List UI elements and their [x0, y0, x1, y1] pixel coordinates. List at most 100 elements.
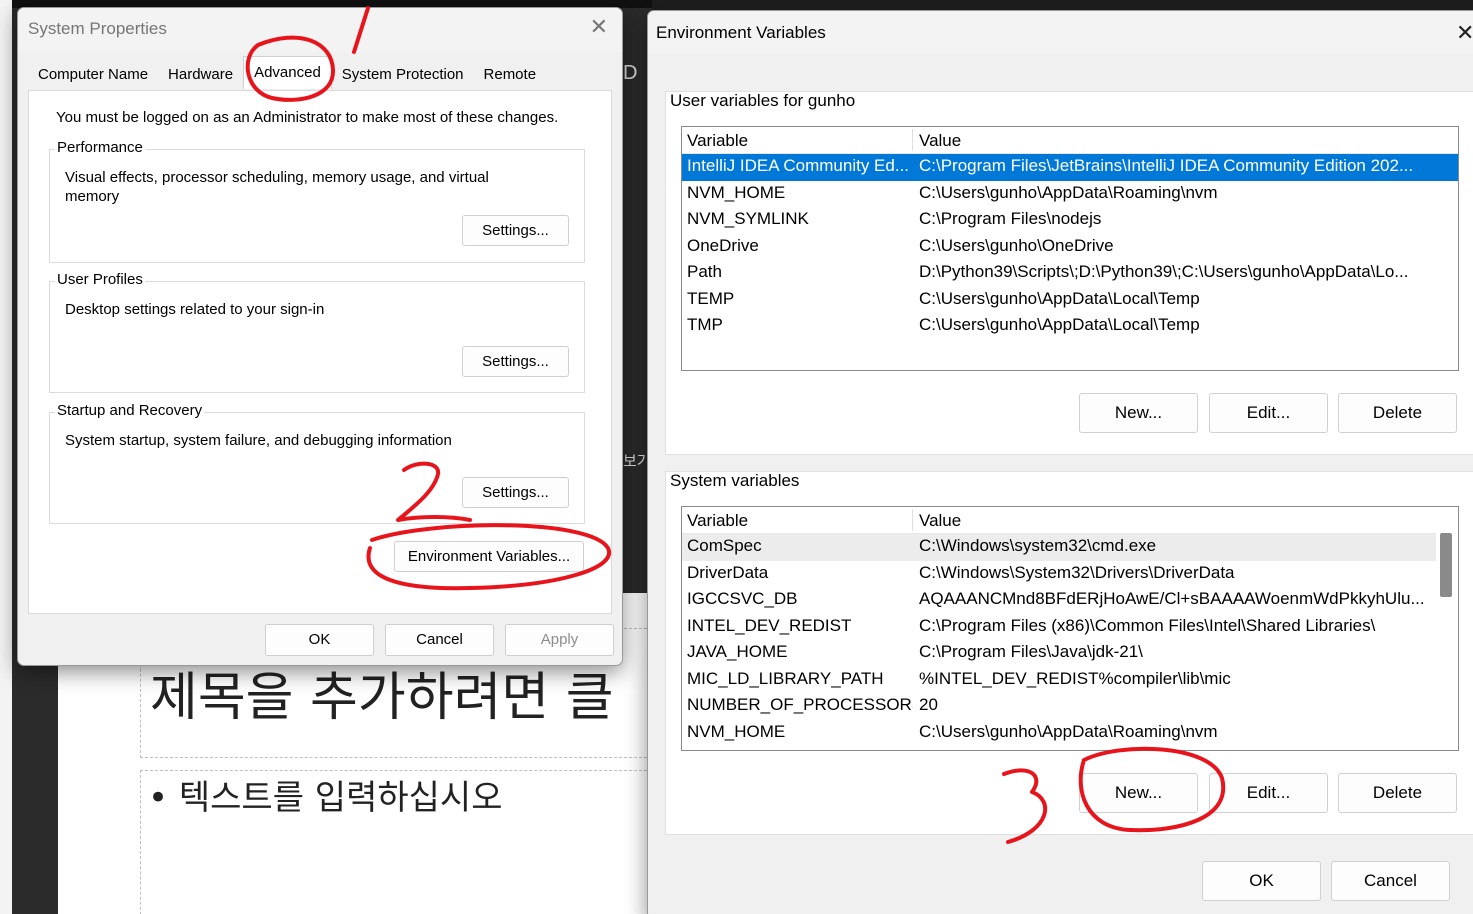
background-strip: [0, 0, 12, 914]
variable-name: NVM_HOME: [687, 182, 786, 202]
variable-value: C:\Users\gunho\AppData\Local\Temp: [919, 315, 1200, 334]
variable-name: TEMP: [687, 288, 735, 308]
dialog-title: System Properties: [28, 19, 167, 38]
variable-value: C:\Users\gunho\AppData\Roaming\nvm: [919, 182, 1218, 202]
performance-settings-button[interactable]: Settings...: [462, 215, 569, 246]
tab-system-protection[interactable]: System Protection: [332, 60, 474, 90]
slide-body-text: • 텍스트를 입력하십시오: [148, 778, 503, 818]
slide-title-text: 제목을 추가하려면 클: [150, 668, 614, 728]
dialog-title: Environment Variables: [656, 23, 826, 42]
table-row[interactable]: Path D:\Python39\Scripts\;D:\Python39\;C:…: [682, 260, 1458, 287]
table-row[interactable]: IntelliJ IDEA Community Ed... C:\Program …: [682, 154, 1458, 181]
list-header: Variable Value: [682, 127, 1458, 154]
system-delete-button[interactable]: Delete: [1338, 773, 1457, 813]
column-divider[interactable]: [912, 129, 913, 151]
variable-value: 20: [919, 695, 938, 714]
apply-button[interactable]: Apply: [505, 624, 614, 656]
user-edit-button[interactable]: Edit...: [1209, 393, 1328, 433]
variable-name: NVM_SYMLINK: [687, 209, 809, 228]
performance-description: Visual effects, processor scheduling, me…: [65, 169, 489, 205]
user-profiles-group: User Profiles Desktop settings related t…: [49, 271, 585, 393]
variable-name: INTEL_DEV_REDIST: [687, 615, 852, 635]
system-new-button[interactable]: New...: [1079, 773, 1198, 813]
variable-name: TMP: [687, 315, 723, 334]
table-row[interactable]: ComSpec C:\Windows\system32\cmd.exe: [682, 534, 1458, 561]
table-row[interactable]: OneDrive C:\Users\gunho\OneDrive: [682, 234, 1458, 261]
tab-remote[interactable]: Remote: [474, 60, 547, 90]
table-row[interactable]: JAVA_HOME C:\Program Files\Java\jdk-21\: [682, 640, 1458, 667]
variable-value: C:\Users\gunho\OneDrive: [919, 235, 1114, 255]
variable-value: C:\Program Files\nodejs: [919, 209, 1102, 228]
variable-name: JAVA_HOME: [687, 642, 788, 661]
advanced-tab-panel: You must be logged on as an Administrato…: [28, 90, 612, 614]
performance-group-title: Performance: [55, 139, 145, 156]
variable-name: DriverData: [687, 562, 769, 582]
column-header-value[interactable]: Value: [919, 511, 961, 531]
variable-value: C:\Program Files\JetBrains\IntelliJ IDEA…: [919, 156, 1414, 175]
variable-name: OneDrive: [687, 235, 759, 255]
ok-button[interactable]: OK: [1202, 861, 1321, 901]
environment-variables-titlebar[interactable]: Environment Variables ✕: [648, 11, 1473, 53]
variable-name: IGCCSVC_DB: [687, 589, 798, 608]
variable-value: C:\Windows\system32\cmd.exe: [919, 536, 1157, 555]
table-row[interactable]: IGCCSVC_DB AQAAANCMnd8BFdERjHoAwE/Cl+sBAA…: [682, 587, 1458, 614]
user-profiles-settings-button[interactable]: Settings...: [462, 346, 569, 377]
variable-name: ComSpec: [687, 536, 762, 555]
system-variables-rows: ComSpec C:\Windows\system32\cmd.exe Driver…: [682, 534, 1458, 746]
table-row[interactable]: NVM_HOME C:\Users\gunho\AppData\Roaming\n…: [682, 720, 1458, 747]
user-profiles-group-title: User Profiles: [55, 271, 145, 288]
system-edit-button[interactable]: Edit...: [1209, 773, 1328, 813]
column-header-value[interactable]: Value: [919, 131, 961, 151]
variable-name: NUMBER_OF_PROCESSORS: [687, 695, 913, 714]
environment-variables-dialog: Environment Variables ✕ User variables f…: [647, 10, 1473, 914]
user-new-button[interactable]: New...: [1079, 393, 1198, 433]
tab-advanced[interactable]: Advanced: [243, 56, 332, 89]
scrollbar-thumb[interactable]: [1440, 533, 1452, 597]
user-variables-rows: IntelliJ IDEA Community Ed... C:\Program …: [682, 154, 1458, 340]
table-row[interactable]: DriverData C:\Windows\System32\Drivers\Dr…: [682, 561, 1458, 588]
variable-name: MIC_LD_LIBRARY_PATH: [687, 668, 884, 688]
cancel-button[interactable]: Cancel: [1331, 861, 1450, 901]
table-row[interactable]: NVM_SYMLINK C:\Program Files\nodejs: [682, 207, 1458, 234]
column-header-variable[interactable]: Variable: [687, 511, 748, 531]
table-row[interactable]: TMP C:\Users\gunho\AppData\Local\Temp: [682, 313, 1458, 340]
variable-name: IntelliJ IDEA Community Ed...: [687, 156, 910, 175]
variable-name: NVM_HOME: [687, 721, 786, 741]
tab-bar: Computer Name Hardware Advanced System P…: [28, 56, 547, 90]
table-row[interactable]: MIC_LD_LIBRARY_PATH %INTEL_DEV_REDIST%com…: [682, 667, 1458, 694]
variable-name: Path: [687, 262, 722, 281]
vertical-scrollbar[interactable]: [1436, 507, 1458, 750]
table-row[interactable]: TEMP C:\Users\gunho\AppData\Local\Temp: [682, 287, 1458, 314]
user-profiles-description: Desktop settings related to your sign-in: [65, 301, 325, 318]
variable-value: C:\Windows\System32\Drivers\DriverData: [919, 562, 1235, 582]
user-variables-list[interactable]: Variable Value IntelliJ IDEA Community E…: [681, 126, 1459, 371]
table-row[interactable]: NVM_HOME C:\Users\gunho\AppData\Roaming\n…: [682, 181, 1458, 208]
cancel-button[interactable]: Cancel: [385, 624, 494, 656]
startup-recovery-settings-button[interactable]: Settings...: [462, 477, 569, 508]
system-variables-list[interactable]: Variable Value ComSpec C:\Windows\system3…: [681, 506, 1459, 751]
column-divider[interactable]: [912, 509, 913, 531]
close-icon[interactable]: ✕: [1456, 20, 1473, 46]
tab-computer-name[interactable]: Computer Name: [28, 60, 158, 90]
close-icon[interactable]: ✕: [590, 14, 608, 40]
startup-recovery-group: Startup and Recovery System startup, sys…: [49, 402, 585, 524]
variable-value: %INTEL_DEV_REDIST%compiler\lib\mic: [919, 668, 1231, 688]
variable-value: D:\Python39\Scripts\;D:\Python39\;C:\Use…: [919, 262, 1409, 281]
variable-value: C:\Users\gunho\AppData\Roaming\nvm: [919, 721, 1218, 741]
startup-recovery-group-title: Startup and Recovery: [55, 402, 205, 419]
environment-variables-button[interactable]: Environment Variables...: [394, 541, 584, 572]
ok-button[interactable]: OK: [265, 624, 374, 656]
background-partial-text: D: [623, 62, 638, 84]
column-header-variable[interactable]: Variable: [687, 131, 748, 151]
system-properties-titlebar[interactable]: System Properties ✕: [18, 8, 622, 52]
table-row[interactable]: NUMBER_OF_PROCESSORS 20: [682, 693, 1458, 720]
user-delete-button[interactable]: Delete: [1338, 393, 1457, 433]
system-properties-dialog: System Properties ✕ Computer Name Hardwa…: [17, 7, 623, 666]
system-variables-label: System variables: [670, 471, 800, 490]
performance-group: Performance Visual effects, processor sc…: [49, 139, 585, 263]
variable-value: C:\Program Files\Java\jdk-21\: [919, 642, 1143, 661]
list-header: Variable Value: [682, 507, 1458, 534]
variable-value: AQAAANCMnd8BFdERjHoAwE/Cl+sBAAAAWoenmWdP…: [919, 589, 1425, 608]
tab-hardware[interactable]: Hardware: [158, 60, 243, 90]
table-row[interactable]: INTEL_DEV_REDIST C:\Program Files (x86)\C…: [682, 614, 1458, 641]
